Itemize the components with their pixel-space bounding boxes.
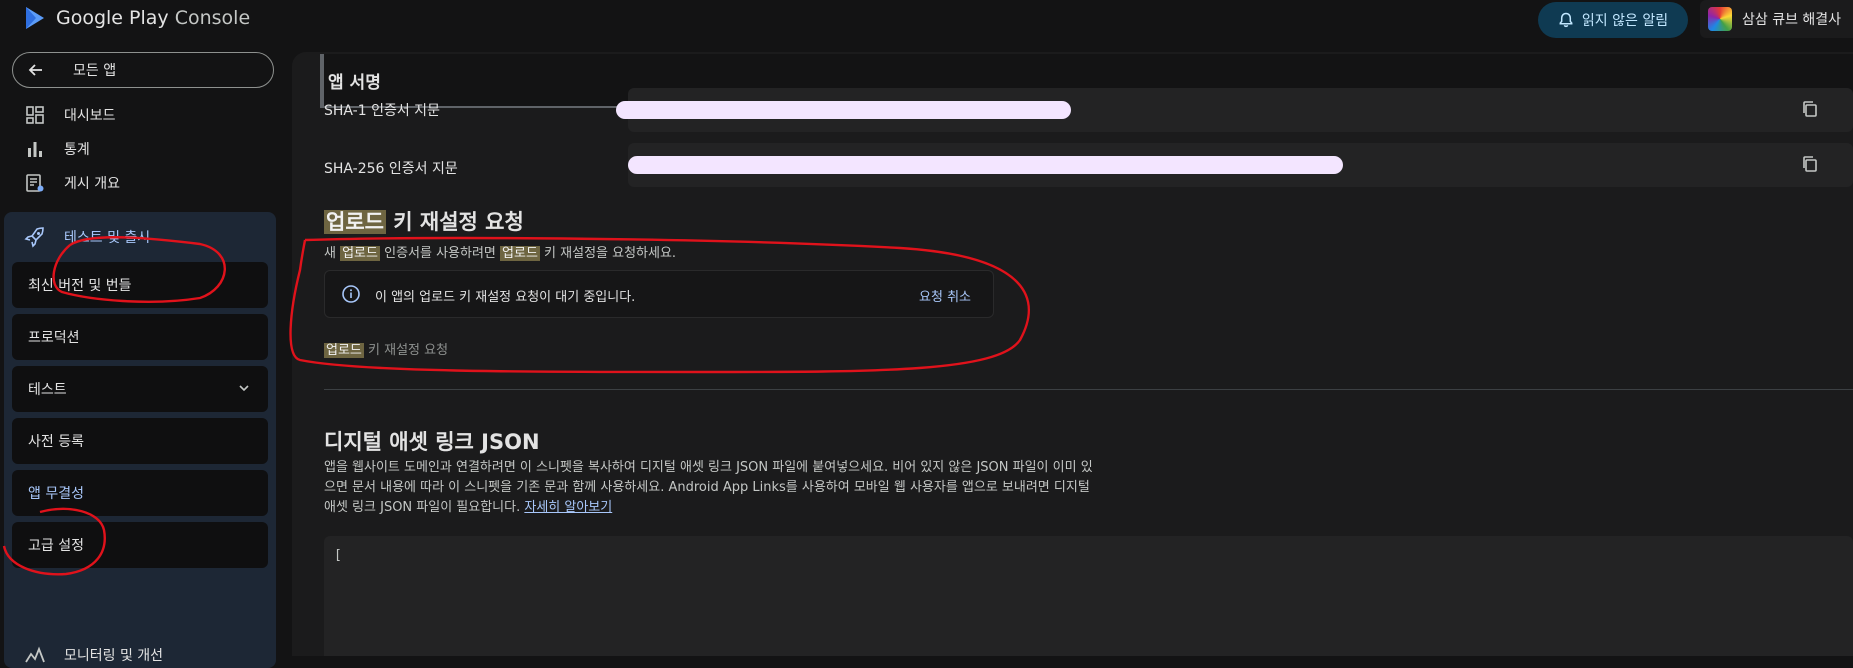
logo-text: Google Play Console (56, 7, 250, 29)
desc-text: 키 재설정을 요청하세요. (539, 246, 677, 261)
info-icon (342, 285, 360, 303)
copy-icon[interactable] (1801, 100, 1819, 118)
play-logo-icon (26, 7, 44, 29)
digital-asset-links-description: 앱을 웹사이트 도메인과 연결하려면 이 스니펫을 복사하여 디지털 애셋 링크… (324, 458, 1094, 518)
link-text: 키 재설정 요청 (363, 343, 449, 358)
sidebar-item-testing[interactable]: 테스트 (12, 366, 268, 412)
sidebar-item-label: 통계 (64, 142, 90, 158)
unread-notifications-button[interactable]: 읽지 않은 알림 (1538, 2, 1688, 38)
sidebar-item-publishing-overview[interactable]: 게시 개요 (24, 172, 120, 194)
upload-key-reset-title: 업로드 키 재설정 요청 (324, 206, 524, 236)
json-snippet-text: [ (334, 548, 342, 563)
sidebar-item-label: 사전 등록 (28, 434, 84, 450)
json-snippet-box[interactable]: [ (324, 536, 1853, 656)
play-console-logo[interactable]: Google Play Console (24, 6, 250, 30)
sidebar-item-dashboard[interactable]: 대시보드 (24, 104, 116, 126)
sidebar-item-app-integrity[interactable]: 앱 무결성 (12, 470, 268, 516)
sidebar-item-pre-registration[interactable]: 사전 등록 (12, 418, 268, 464)
sha256-label: SHA-256 인증서 지문 (324, 161, 458, 177)
desc-text: 앱을 웹사이트 도메인과 연결하려면 이 스니펫을 복사하여 디지털 애셋 링크… (324, 460, 1093, 515)
release-group: 테스트 및 출시 최신 버전 및 번들 프로덕션 테스트 사전 등록 앱 무결성… (4, 212, 276, 668)
upload-key-reset-description: 새 업로드 인증서를 사용하려면 업로드 키 재설정을 요청하세요. (324, 242, 676, 261)
arrow-left-icon (28, 64, 42, 76)
sidebar-item-label: 게시 개요 (64, 176, 120, 192)
release-group-label: 테스트 및 출시 (64, 230, 151, 246)
highlight: 업로드 (324, 343, 364, 358)
top-bar: Google Play Console 읽지 않은 알림 삼삼 큐브 해결사 (0, 0, 1853, 44)
sidebar-item-statistics[interactable]: 통계 (24, 138, 90, 160)
account-switcher[interactable]: 삼삼 큐브 해결사 (1700, 0, 1853, 38)
sidebar-item-latest-releases[interactable]: 최신 버전 및 번들 (12, 262, 268, 308)
dashboard-icon (24, 104, 46, 126)
sidebar: 모든 앱 대시보드 통계 게시 개요 테스트 및 출시 최신 버전 및 번들 프… (0, 44, 282, 668)
desc-text: 새 (324, 246, 341, 261)
sha256-fingerprint-field[interactable] (628, 143, 1853, 187)
sidebar-item-label: 대시보드 (64, 108, 116, 124)
pending-request-banner: 이 앱의 업로드 키 재설정 요청이 대기 중입니다. 요청 취소 (324, 270, 994, 318)
logo-main-text: Google Play (56, 7, 169, 29)
sidebar-item-test-and-release[interactable]: 테스트 및 출시 (24, 226, 150, 248)
copy-icon[interactable] (1801, 155, 1819, 173)
sha1-label: SHA-1 인증서 지문 (324, 103, 440, 119)
highlight: 업로드 (324, 210, 386, 234)
sidebar-item-label: 최신 버전 및 번들 (28, 278, 132, 294)
upload-key-reset-request-link[interactable]: 업로드 키 재설정 요청 (324, 339, 448, 358)
publishing-overview-icon (24, 172, 46, 194)
logo-sub-text: Console (174, 7, 251, 29)
all-apps-label: 모든 앱 (73, 63, 117, 79)
sidebar-item-label: 모니터링 및 개선 (64, 648, 164, 664)
sidebar-item-production[interactable]: 프로덕션 (12, 314, 268, 360)
title-text: 키 재설정 요청 (385, 210, 524, 234)
highlight: 업로드 (500, 246, 540, 261)
redacted-mark (628, 156, 1343, 174)
sidebar-item-monitor-and-improve[interactable]: 모니터링 및 개선 (24, 644, 163, 666)
cancel-request-button[interactable]: 요청 취소 (919, 286, 971, 305)
section-divider (324, 389, 1853, 390)
all-apps-button[interactable]: 모든 앱 (12, 52, 274, 88)
rocket-icon (24, 226, 46, 248)
avatar (1708, 7, 1732, 31)
chevron-down-icon (239, 385, 249, 392)
pending-request-text: 이 앱의 업로드 키 재설정 요청이 대기 중입니다. (375, 290, 636, 305)
main-content: 앱 서명 SHA-1 인증서 지문 SHA-256 인증서 지문 업로드 키 재… (292, 52, 1853, 656)
learn-more-link[interactable]: 자세히 알아보기 (524, 500, 612, 515)
sidebar-item-label: 앱 무결성 (28, 486, 84, 502)
monitoring-icon (24, 644, 46, 666)
highlight: 업로드 (340, 246, 380, 261)
bell-icon (1559, 12, 1573, 28)
sidebar-item-label: 테스트 (28, 382, 67, 398)
sha1-fingerprint-field[interactable] (616, 88, 1853, 132)
digital-asset-links-title: 디지털 애셋 링크 JSON (324, 430, 540, 454)
sidebar-item-label: 고급 설정 (28, 538, 84, 554)
redacted-mark (616, 101, 1071, 119)
desc-text: 인증서를 사용하려면 (379, 246, 501, 261)
sidebar-item-label: 프로덕션 (28, 330, 80, 346)
account-name: 삼삼 큐브 해결사 (1742, 12, 1842, 28)
bar-chart-icon (24, 138, 46, 160)
sidebar-item-advanced-settings[interactable]: 고급 설정 (12, 522, 268, 568)
app-signing-title: 앱 서명 (328, 73, 381, 93)
notifications-label: 읽지 않은 알림 (1581, 13, 1669, 29)
